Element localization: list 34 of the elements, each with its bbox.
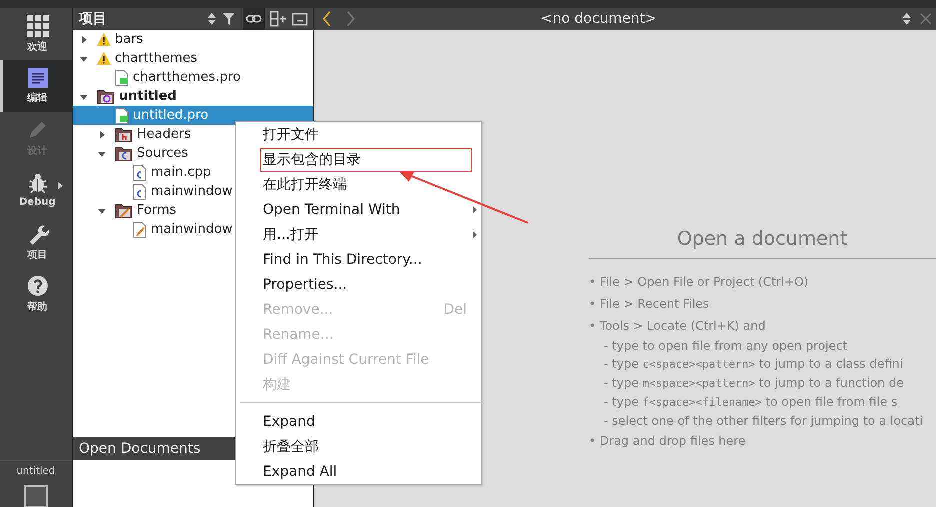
tree-row[interactable]: untitled.pro [73,106,313,125]
menu-item[interactable]: Properties... [236,272,481,297]
mode-button[interactable]: 项目 [0,216,72,268]
hint-text: • File > Open File or Project (Ctrl+O) [589,274,810,291]
mode-button[interactable]: 编辑 [0,60,72,112]
hint-text: - select one of the other filters for jumping to a locati [603,413,924,430]
tree-row[interactable]: untitled [73,87,313,106]
menu-item[interactable]: 显示包含的目录 [236,147,481,172]
shortcut-text: Del [444,302,467,318]
panel-title: Open Documents [79,440,201,456]
kit-label: untitled [0,460,72,477]
hint-text: • Drag and drop files here [589,433,747,450]
tree-row[interactable]: chartthemes [73,49,313,68]
menu-item[interactable]: Expand All [236,459,481,484]
editor-heading: Open a document [589,228,936,259]
menu-item[interactable]: 打开文件 [236,122,481,147]
hint-text: - type to open file from any open project [603,338,849,355]
hint-text: - type c<space><pattern> to jump to a class defini [603,356,904,373]
menu-item[interactable]: 在此打开终端 [236,172,481,197]
hint-text: - type f<space><filename> to open file from file s [603,394,899,411]
menu-item[interactable]: 折叠全部 [236,434,481,459]
tree-row[interactable]: bars [73,30,313,49]
mode-button[interactable]: 帮助 [0,268,72,320]
mode-button[interactable]: 欢迎 [0,8,72,60]
panel-title: 项目 [79,10,108,28]
menu-item[interactable]: Expand [236,409,481,434]
hint-text: • File > Recent Files [589,296,710,313]
mode-button[interactable]: Debug [0,164,72,216]
menu-item[interactable]: 用...打开 [236,222,481,247]
hint-text: • Tools > Locate (Ctrl+K) and [589,318,767,335]
menu-item[interactable]: Find in This Directory... [236,247,481,272]
menu-item[interactable]: Open Terminal With [236,197,481,222]
hint-text: - type m<space><pattern> to jump to a function de [603,375,905,392]
tree-row[interactable]: chartthemes.pro [73,68,313,87]
